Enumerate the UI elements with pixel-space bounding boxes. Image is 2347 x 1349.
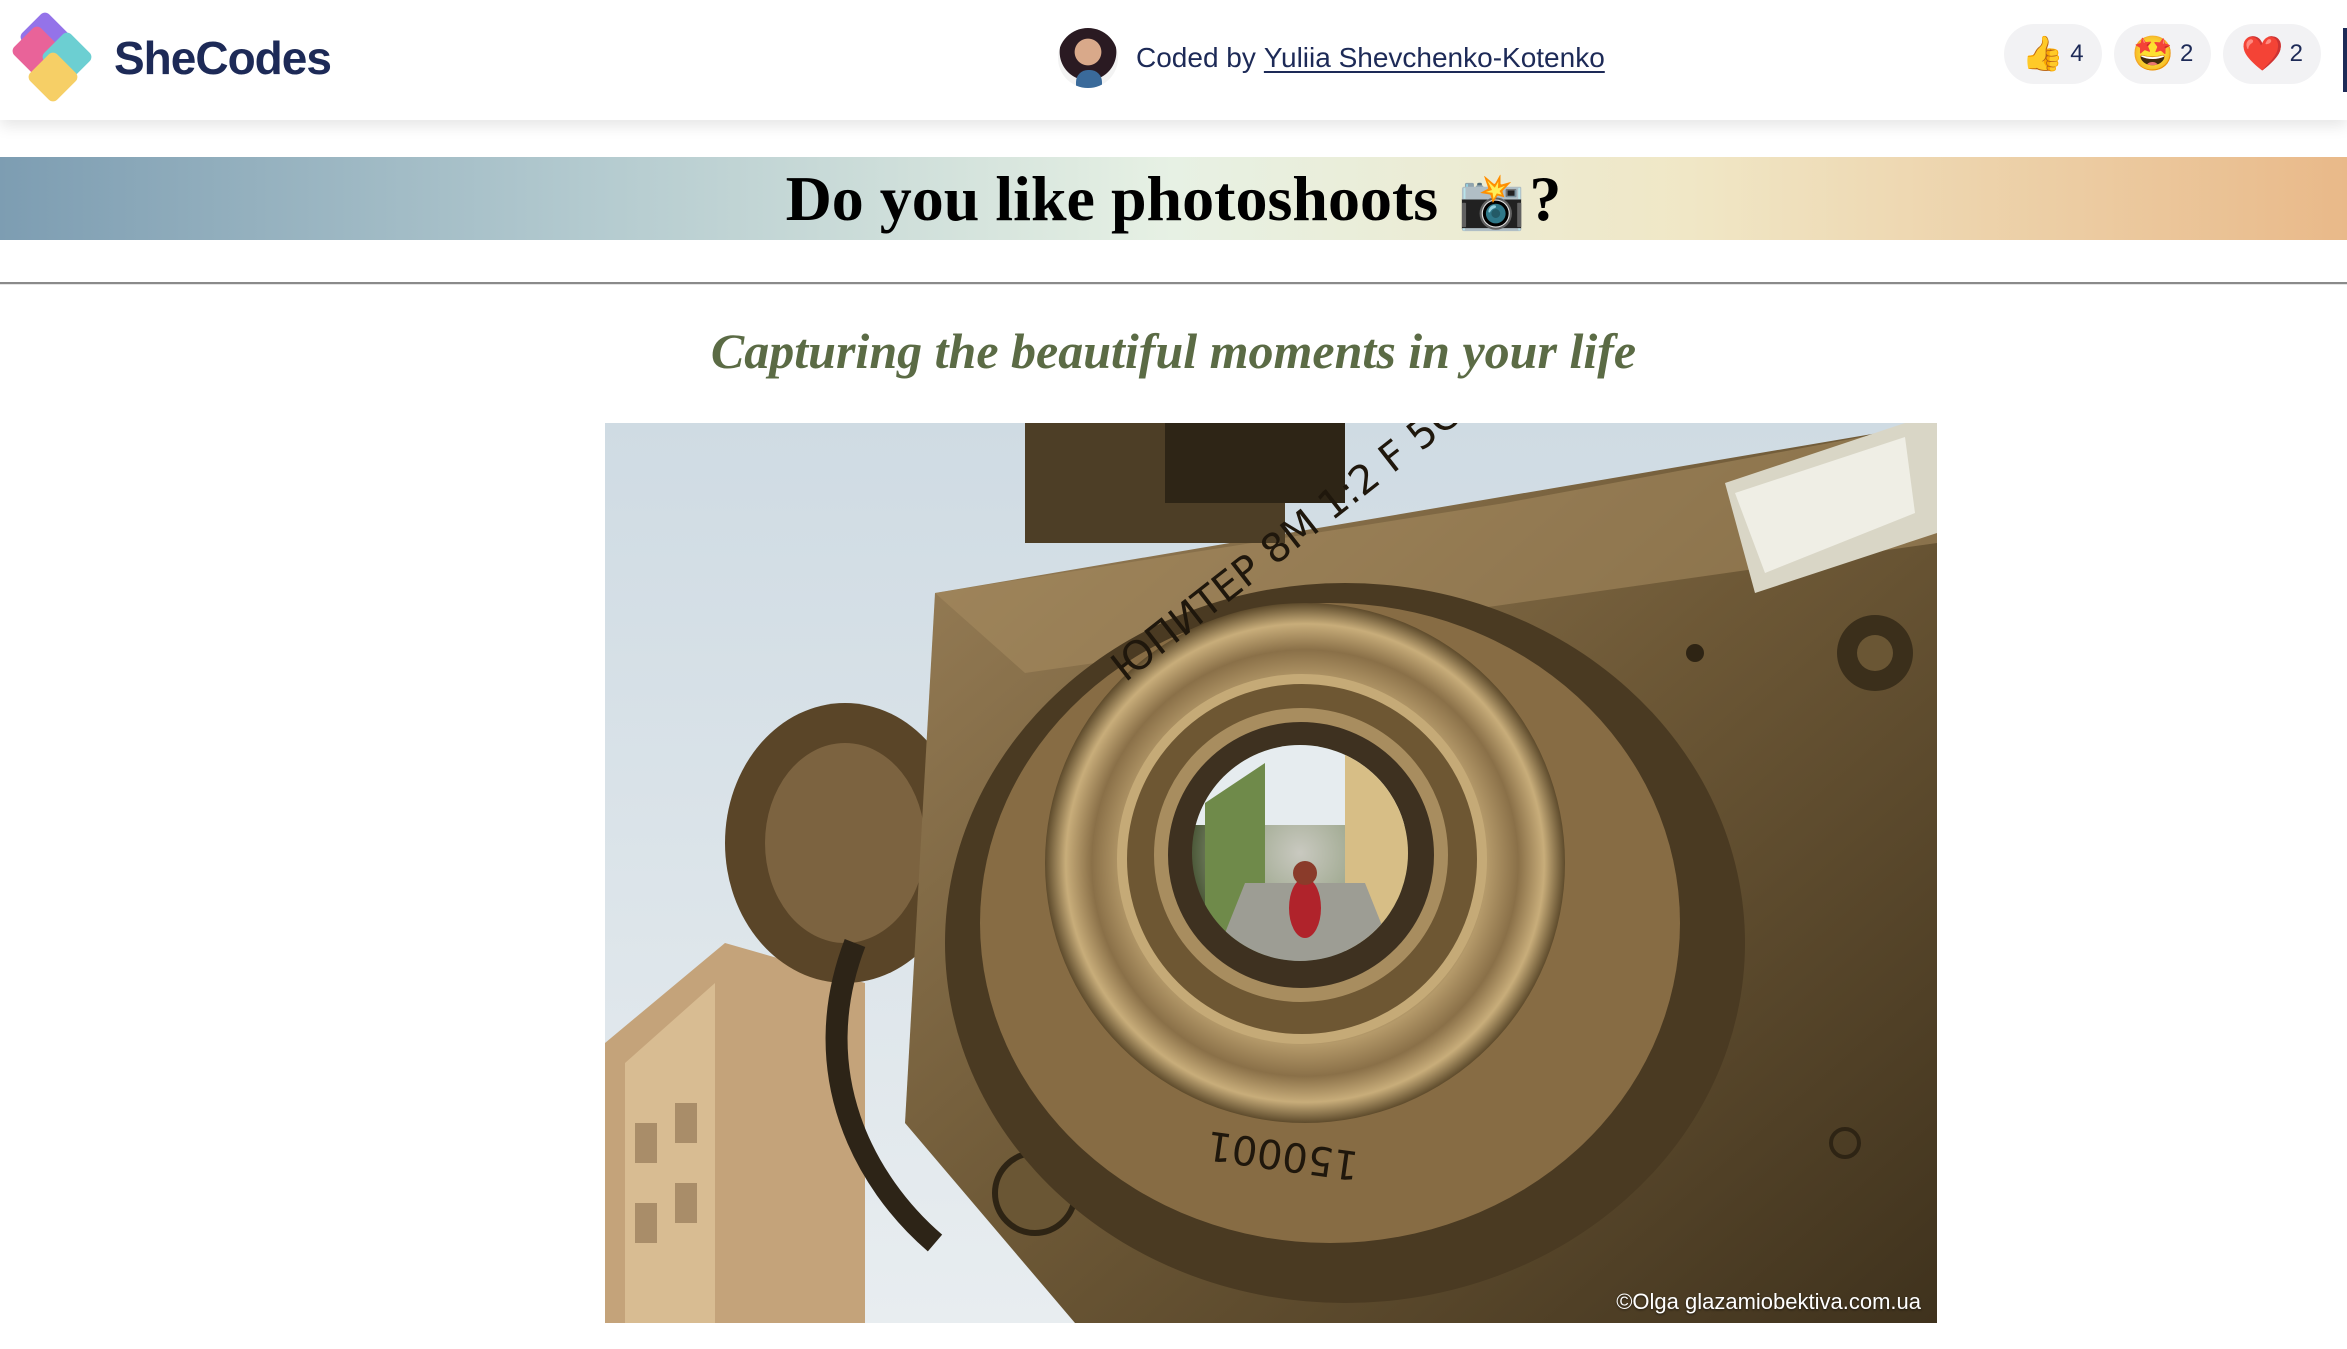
- thumbs-up-icon: 👍: [2021, 35, 2065, 73]
- reactions: 👍 4 🤩 2 ❤️ 2: [2003, 24, 2321, 84]
- shecodes-logo[interactable]: SheCodes: [10, 10, 332, 104]
- reaction-count: 2: [2289, 40, 2303, 67]
- camera-illustration: ЮПИТЕР 8M 1:2 F 5CM 150001: [605, 423, 1937, 1323]
- author-link[interactable]: Yuliia Shevchenko-Kotenko: [1264, 42, 1605, 74]
- author-avatar: [1058, 28, 1118, 88]
- reaction-heart-button[interactable]: ❤️ 2: [2223, 24, 2321, 84]
- credit-prefix: Coded by: [1136, 42, 1256, 73]
- reaction-count: 4: [2070, 40, 2084, 67]
- top-bar: SheCodes Coded by Yuliia Shevchenko-Kote…: [0, 0, 2347, 120]
- divider: [0, 282, 2347, 285]
- star-struck-icon: 🤩: [2131, 35, 2174, 73]
- camera-flash-icon: 📸: [1458, 171, 1526, 232]
- page-title-text: Do you like photoshoots: [785, 162, 1455, 234]
- photo-credit: ©Olga glazamiobektiva.com.ua: [1616, 1289, 1921, 1314]
- title-banner: Do you like photoshoots 📸?: [0, 157, 2347, 240]
- page-subtitle: Capturing the beautiful moments in your …: [710, 323, 1637, 379]
- edge-scroll-indicator: [2343, 28, 2347, 92]
- page-title: Do you like photoshoots 📸?: [786, 162, 1562, 236]
- shecodes-logo-icon: [10, 10, 104, 104]
- reaction-count: 2: [2179, 40, 2194, 67]
- reaction-thumbs-up-button[interactable]: 👍 4: [2003, 24, 2102, 84]
- author-credit: Coded by Yuliia Shevchenko-Kotenko: [1058, 22, 1605, 94]
- page-title-end: ?: [1529, 162, 1562, 234]
- logo-text: SheCodes: [114, 32, 332, 84]
- reaction-star-struck-button[interactable]: 🤩 2: [2113, 24, 2212, 84]
- camera-photo: ЮПИТЕР 8M 1:2 F 5CM 150001 ©Olga glazami…: [605, 423, 1937, 1323]
- heart-icon: ❤️: [2241, 35, 2284, 73]
